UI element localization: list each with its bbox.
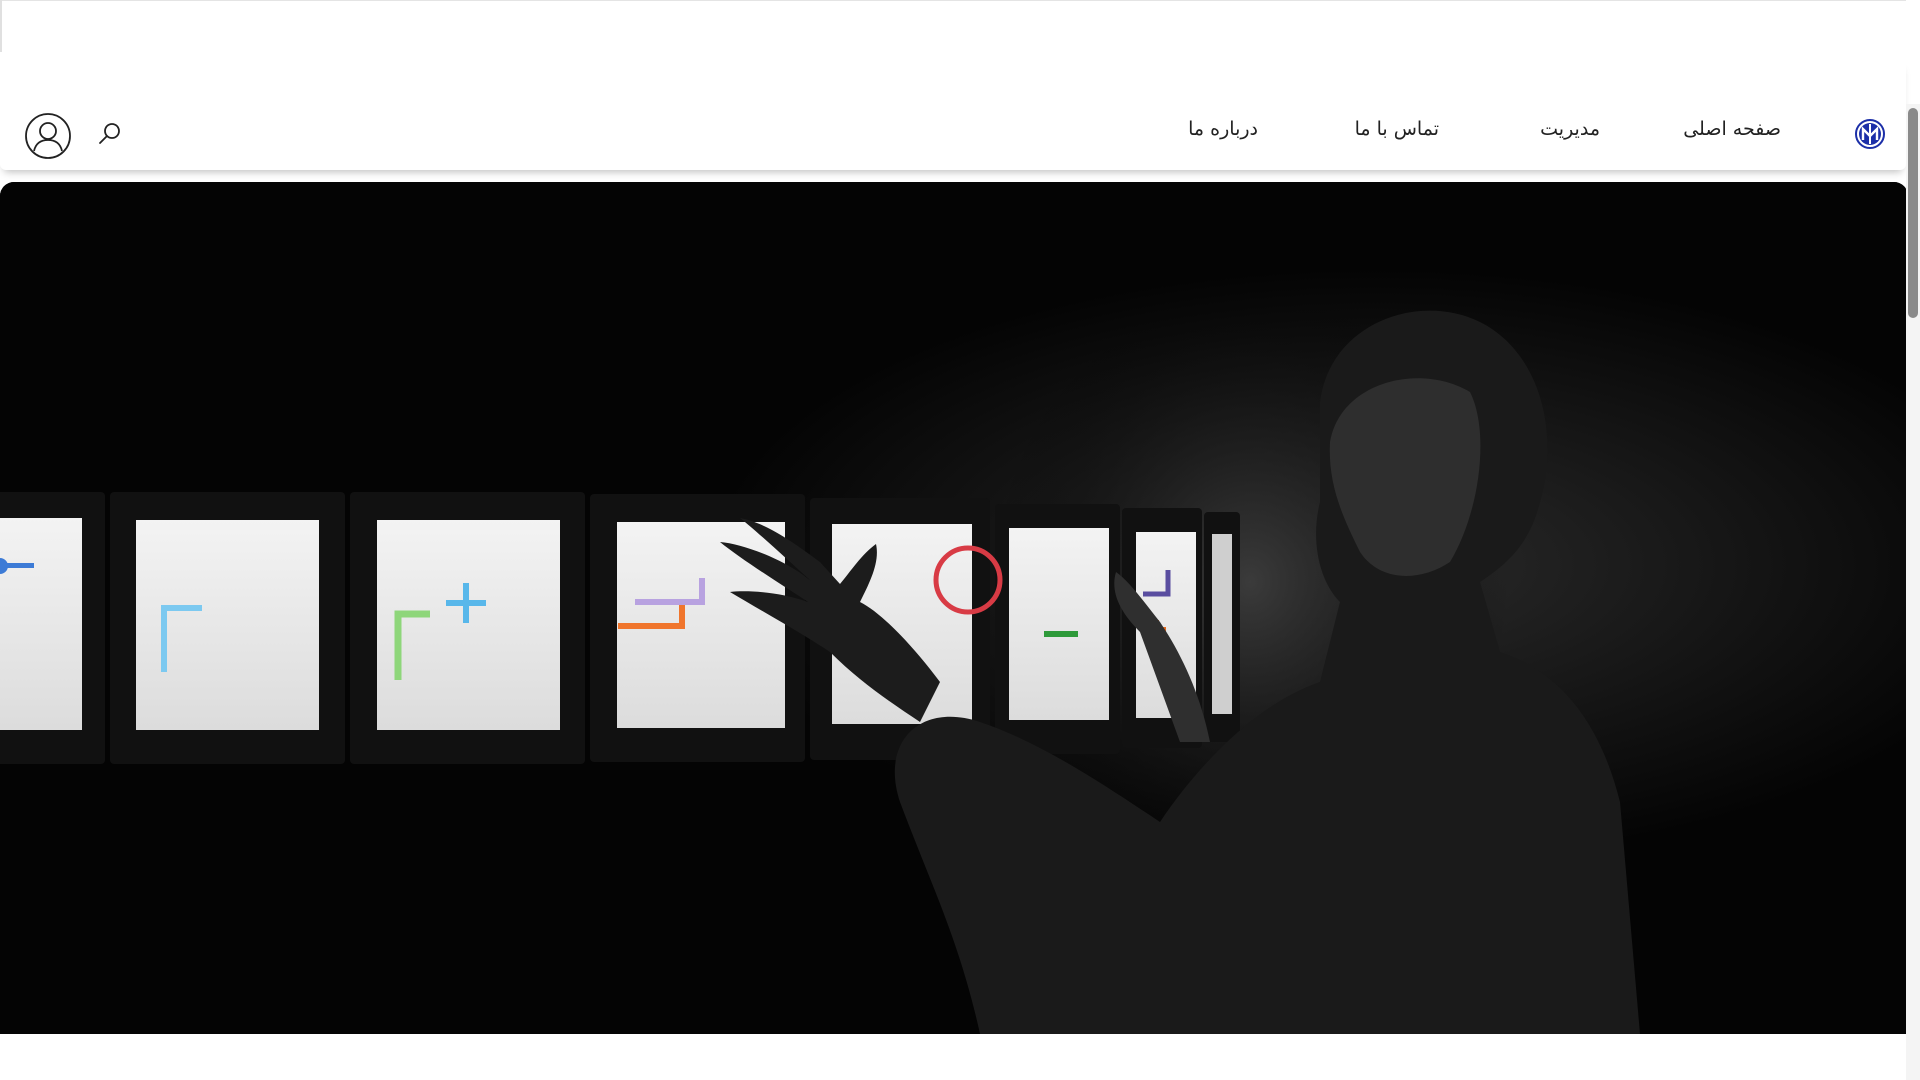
user-account-icon[interactable]	[24, 112, 72, 160]
left-edge-border	[0, 0, 2, 52]
scrollbar-thumb[interactable]	[1908, 108, 1918, 318]
hero-banner-image	[0, 182, 1908, 1034]
nav-item-contact[interactable]: تماس با ما	[1355, 118, 1439, 144]
nav-item-management[interactable]: مدیریت	[1540, 118, 1600, 144]
nav-menu: صفحه اصلی مدیریت تماس با ما درباره ما	[0, 60, 1906, 170]
main-navbar: صفحه اصلی مدیریت تماس با ما درباره ما	[0, 60, 1906, 170]
search-icon[interactable]	[96, 120, 124, 148]
university-logo-icon[interactable]	[1854, 118, 1886, 150]
nav-item-about[interactable]: درباره ما	[1188, 118, 1258, 144]
top-border	[0, 0, 1906, 1]
nav-item-home[interactable]: صفحه اصلی	[1683, 118, 1781, 144]
display-screens	[0, 492, 1240, 764]
